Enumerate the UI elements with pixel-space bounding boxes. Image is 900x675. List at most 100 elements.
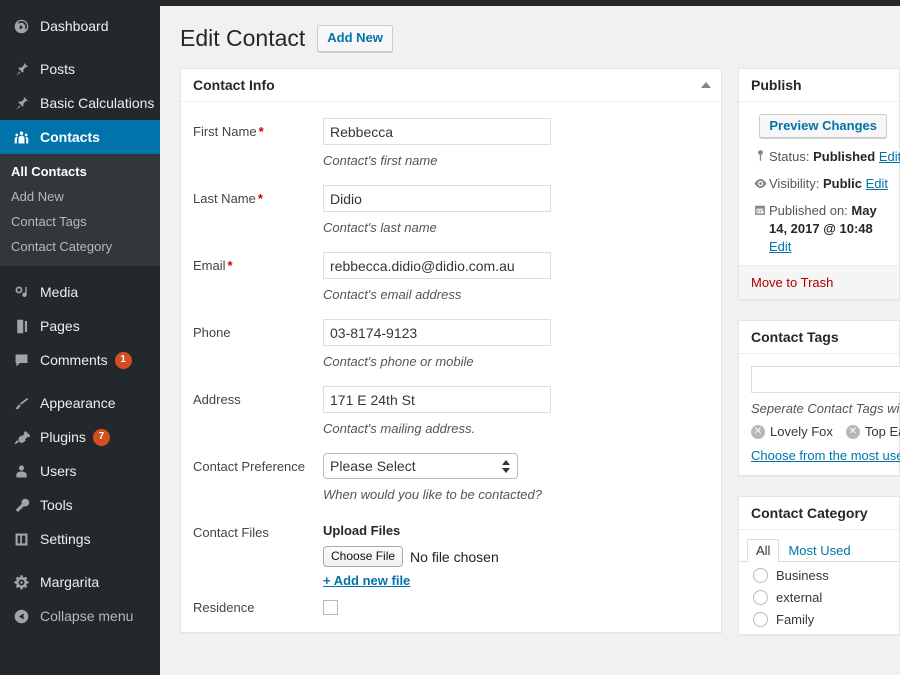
comments-icon xyxy=(11,350,31,370)
status-edit-link[interactable]: Edit xyxy=(879,149,900,164)
first-name-label: First Name * xyxy=(193,114,323,179)
chevron-up-icon[interactable] xyxy=(701,82,711,88)
required-marker: * xyxy=(227,258,233,273)
published-edit-link[interactable]: Edit xyxy=(769,239,791,254)
contact-info-header[interactable]: Contact Info xyxy=(181,69,721,102)
status-label: Status: xyxy=(769,149,810,164)
residence-checkbox[interactable] xyxy=(323,600,338,615)
sidebar-item-label: Appearance xyxy=(40,395,116,411)
category-radio[interactable] xyxy=(753,590,768,605)
sidebar-item-collapse-menu[interactable]: Collapse menu xyxy=(0,599,160,633)
sidebar-item-tools[interactable]: Tools xyxy=(0,488,160,522)
contact-tags-input[interactable] xyxy=(751,366,900,393)
sidebar-item-basic-calculations[interactable]: Basic Calculations xyxy=(0,86,160,120)
gear-icon xyxy=(11,572,31,592)
visibility-label: Visibility: xyxy=(769,176,820,191)
page-title: Edit Contact xyxy=(180,24,306,51)
sidebar-item-label: Users xyxy=(40,463,77,479)
field-row-residence: Residence xyxy=(193,590,709,618)
sidebar-item-settings[interactable]: Settings xyxy=(0,522,160,556)
category-radio[interactable] xyxy=(753,612,768,627)
visibility-edit-link[interactable]: Edit xyxy=(866,176,888,191)
contact-category-tabs: All Most Used xyxy=(739,530,899,562)
comments-count-badge: 1 xyxy=(114,351,132,369)
move-to-trash-link[interactable]: Move to Trash xyxy=(751,275,833,290)
media-icon xyxy=(11,282,31,302)
sidebar-item-label: Posts xyxy=(40,61,76,77)
last-name-input[interactable] xyxy=(323,185,551,212)
primary-column: Contact Info First Name* Contact's first… xyxy=(180,68,722,655)
contact-tags-header: Contact Tags xyxy=(739,321,899,354)
field-row-address: Address Contact's mailing address. xyxy=(193,382,709,447)
last-name-description: Contact's last name xyxy=(323,220,437,235)
sidebar-item-pages[interactable]: Pages xyxy=(0,309,160,343)
contact-info-panel: Contact Info First Name* Contact's first… xyxy=(180,68,722,633)
publish-footer: Move to Trash xyxy=(739,265,899,299)
contact-preference-label: Contact Preference xyxy=(193,459,306,474)
columns: Contact Info First Name* Contact's first… xyxy=(160,58,900,655)
visibility-value: Public xyxy=(822,176,862,191)
choose-file-button[interactable]: Choose File xyxy=(323,546,404,567)
sidebar-item-dashboard[interactable]: Dashboard xyxy=(0,9,160,43)
sidebar-item-appearance[interactable]: Appearance xyxy=(0,386,160,420)
sidebar-item-posts[interactable]: Posts xyxy=(0,52,160,86)
add-new-button[interactable]: Add New xyxy=(317,24,393,52)
contact-category-title: Contact Category xyxy=(751,505,868,521)
category-item-external[interactable]: external xyxy=(753,590,899,605)
label-text: Address xyxy=(193,392,241,407)
submenu-item-contact-category[interactable]: Contact Category xyxy=(0,234,160,259)
published-label: Published on: xyxy=(769,203,848,218)
dashboard-icon xyxy=(11,16,31,36)
contacts-submenu: All Contacts Add New Contact Tags Contac… xyxy=(0,154,160,266)
email-input[interactable] xyxy=(323,252,551,279)
publish-title: Publish xyxy=(751,77,802,93)
sidebar-item-contacts[interactable]: Contacts xyxy=(0,120,168,154)
tag-label: Lovely Fox xyxy=(770,424,833,439)
sidebar-item-plugins[interactable]: Plugins 7 xyxy=(0,420,160,454)
publish-header: Publish xyxy=(739,69,899,102)
first-name-description: Contact's first name xyxy=(323,153,438,168)
label-text: Email xyxy=(193,258,226,273)
email-description: Contact's email address xyxy=(323,287,462,302)
upload-files-title: Upload Files xyxy=(323,523,401,538)
remove-tag-icon[interactable]: ✕ xyxy=(845,424,860,439)
field-row-last-name: Last Name* Contact's last name xyxy=(193,181,709,246)
add-new-file-link[interactable]: + Add new file xyxy=(323,573,410,588)
sidebar-item-label: Collapse menu xyxy=(40,608,134,624)
first-name-input[interactable] xyxy=(323,118,551,145)
status-value: Published xyxy=(813,149,876,164)
contact-preference-select[interactable]: Please Select xyxy=(323,453,518,479)
category-item-family[interactable]: Family xyxy=(753,612,899,627)
sidebar-item-label: Margarita xyxy=(40,574,100,590)
email-label: Email * xyxy=(193,248,323,313)
category-radio[interactable] xyxy=(753,568,768,583)
contact-info-body: First Name* Contact's first name Last Na… xyxy=(181,102,721,632)
phone-input[interactable] xyxy=(323,319,551,346)
tab-all[interactable]: All xyxy=(747,539,780,562)
sidebar-item-comments[interactable]: Comments 1 xyxy=(0,343,160,377)
label-text: First Name xyxy=(193,124,257,139)
tab-most-used[interactable]: Most Used xyxy=(779,539,859,562)
pin-icon xyxy=(11,93,31,113)
remove-tag-icon[interactable]: ✕ xyxy=(751,424,765,439)
contact-preference-select-wrap: Please Select xyxy=(323,453,518,479)
secondary-column: Publish Preview Changes Status: Publishe… xyxy=(738,68,900,655)
sidebar-item-media[interactable]: Media xyxy=(0,275,160,309)
plug-icon xyxy=(11,427,31,447)
preview-changes-button[interactable]: Preview Changes xyxy=(759,114,887,138)
contact-category-list: Business external Family xyxy=(739,562,899,627)
choose-most-used-tags-link[interactable]: Choose from the most used Contact Tags xyxy=(751,448,900,463)
submenu-item-all-contacts[interactable]: All Contacts xyxy=(0,159,160,184)
category-item-business[interactable]: Business xyxy=(753,568,899,583)
sidebar-item-margarita[interactable]: Margarita xyxy=(0,565,160,599)
last-name-field-wrap: Contact's last name xyxy=(323,181,709,246)
admin-sidebar: Dashboard Posts Basic Calculations Conta… xyxy=(0,0,168,675)
submenu-item-contact-tags[interactable]: Contact Tags xyxy=(0,209,160,234)
address-input[interactable] xyxy=(323,386,551,413)
sidebar-item-users[interactable]: Users xyxy=(0,454,160,488)
address-description: Contact's mailing address. xyxy=(323,421,476,436)
sidebar-item-label: Pages xyxy=(40,318,80,334)
sidebar-item-label: Basic Calculations xyxy=(40,95,155,111)
submenu-item-add-new[interactable]: Add New xyxy=(0,184,160,209)
label-text: Last Name xyxy=(193,191,256,206)
